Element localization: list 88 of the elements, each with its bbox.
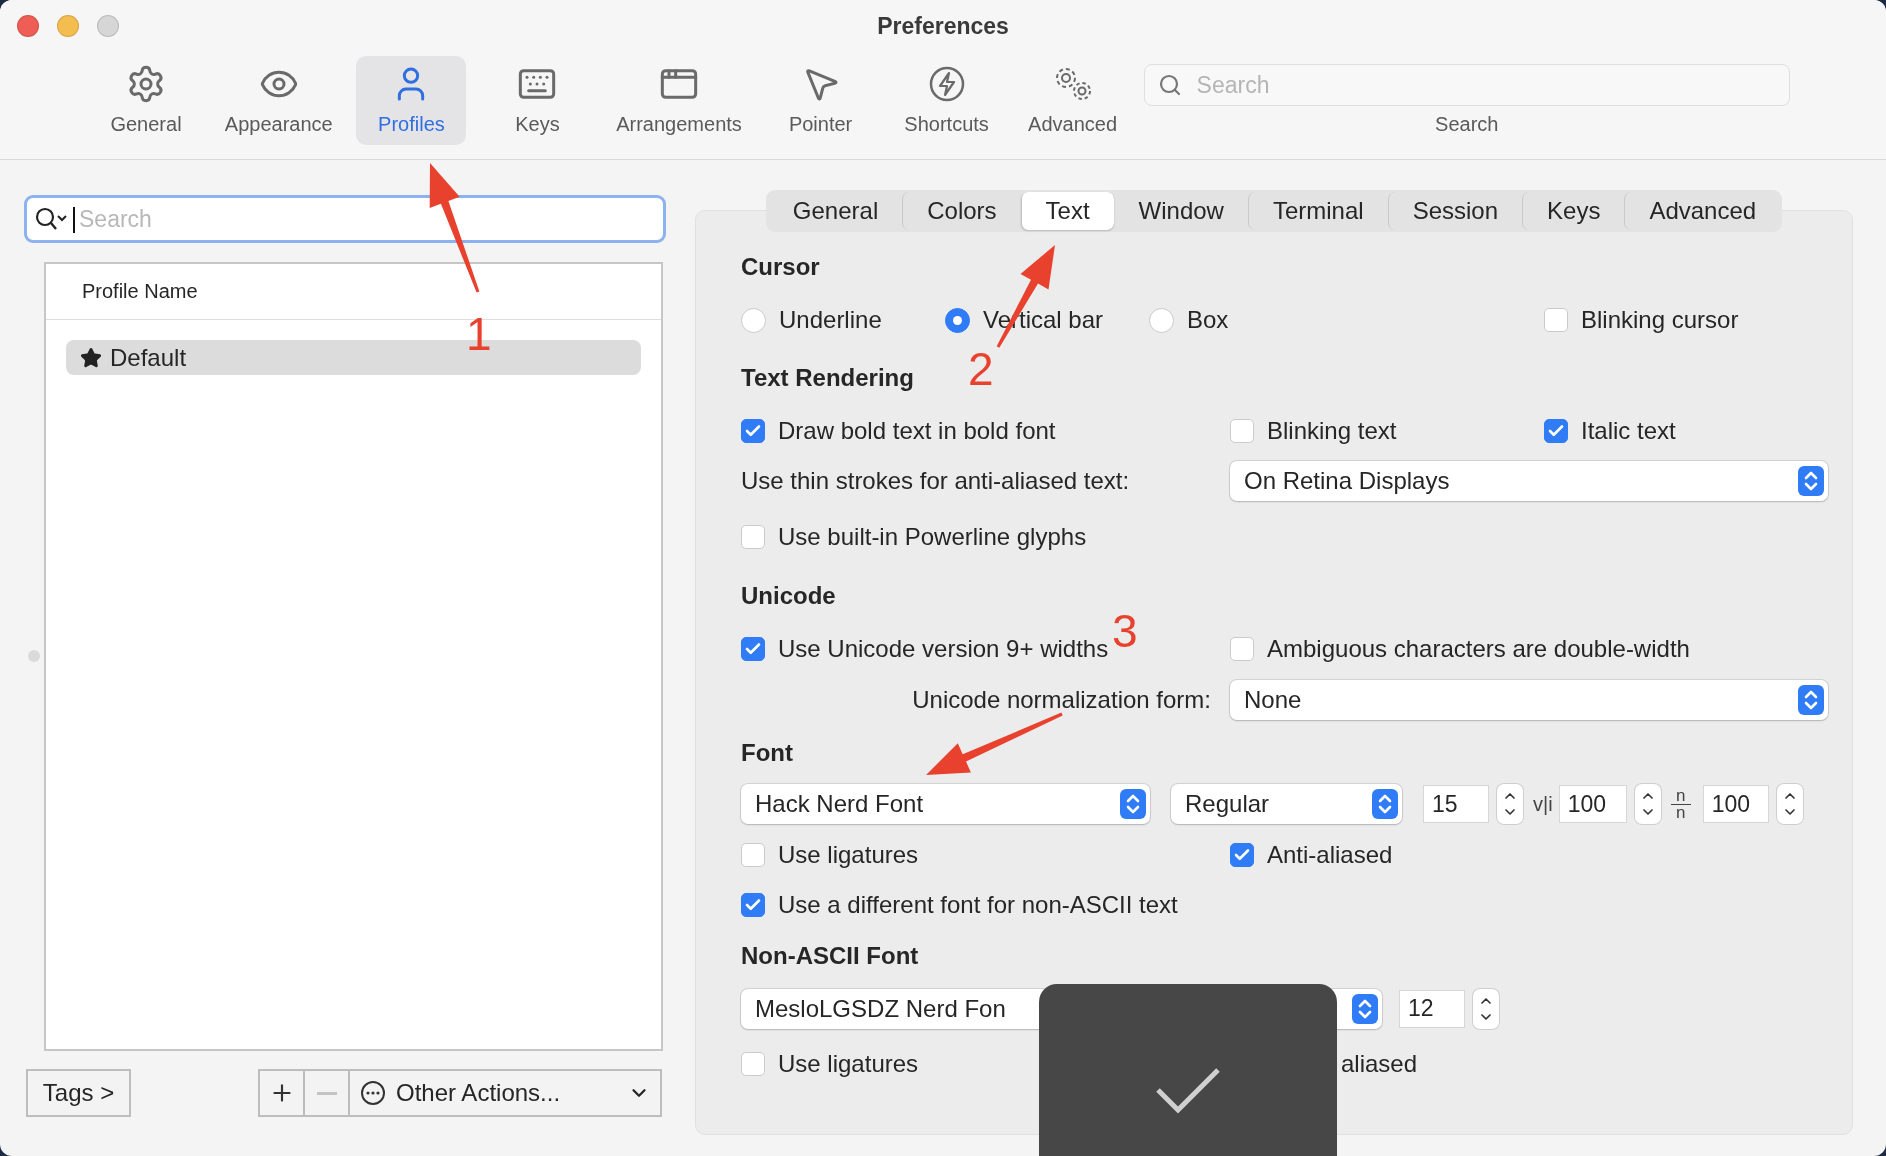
up-down-icon <box>1798 685 1824 715</box>
checkbox-label: Anti-aliased <box>1267 841 1393 869</box>
line-spacing-symbol: v|i <box>1533 792 1553 816</box>
checkmark-icon <box>1155 1066 1221 1114</box>
checkbox[interactable] <box>1230 418 1254 443</box>
add-button[interactable] <box>258 1069 305 1117</box>
toolbar-tab[interactable]: Profiles <box>356 56 467 145</box>
radio-button[interactable] <box>945 307 970 333</box>
search-label: Search <box>1435 112 1499 136</box>
star-icon <box>80 346 102 369</box>
toolbar-tab[interactable]: Appearance <box>217 56 341 145</box>
up-down-icon <box>1798 466 1824 496</box>
checkbox[interactable] <box>1230 636 1254 661</box>
toolbar-tab[interactable]: Keys <box>482 56 593 145</box>
radio-label: Box <box>1187 306 1229 334</box>
checkbox-label: Blinking text <box>1267 416 1397 445</box>
toolbar-tab[interactable]: General <box>91 56 201 145</box>
radio-label: Underline <box>779 306 882 334</box>
section-heading: Text Rendering <box>741 363 914 392</box>
close-button[interactable] <box>17 15 39 37</box>
font-style-popup[interactable]: Regular <box>1171 784 1402 824</box>
section-heading: Unicode <box>741 581 836 610</box>
checkbox-label: Blinking cursor <box>1581 306 1739 334</box>
toolbar-tab[interactable]: Advanced <box>1017 56 1128 145</box>
drag-handle-icon[interactable] <box>28 650 40 662</box>
spacing-field[interactable]: 100 <box>1702 785 1769 823</box>
field-label: Use thin strokes for anti-aliased text: <box>741 467 1131 495</box>
checkbox[interactable] <box>741 525 765 549</box>
checkbox[interactable] <box>741 892 765 917</box>
checkbox[interactable] <box>741 418 765 443</box>
tags-button[interactable]: Tags > <box>26 1069 131 1117</box>
radio-button[interactable] <box>741 307 766 333</box>
tab[interactable]: Keys <box>1522 192 1625 230</box>
field-label: Unicode normalization form: <box>912 686 1211 714</box>
up-down-icon <box>1120 789 1146 819</box>
normalization-popup[interactable]: None <box>1230 680 1828 720</box>
checkbox-label: Use built-in Powerline glyphs <box>778 523 1087 551</box>
checkbox-label: Italic text <box>1581 416 1676 445</box>
checkbox[interactable] <box>1230 843 1254 867</box>
search-field[interactable]: Search <box>1143 64 1790 106</box>
other-actions-menu[interactable]: Other Actions... <box>350 1069 662 1117</box>
checkbox-label: Draw bold text in bold font <box>778 416 1056 445</box>
toolbar-tab[interactable]: Arrangements <box>608 56 750 145</box>
tab[interactable]: General <box>767 192 903 230</box>
checkbox[interactable] <box>1544 418 1568 443</box>
section-heading: Non-ASCII Font <box>741 941 919 970</box>
checkbox-label: Ambiguous characters are double-width <box>1267 634 1690 663</box>
font-family-popup[interactable]: Hack Nerd Font <box>741 784 1150 824</box>
tab[interactable]: Session <box>1387 192 1523 230</box>
radio-button[interactable] <box>1149 307 1174 333</box>
window-title: Preferences <box>877 12 1009 40</box>
checkbox-label: Use Unicode version 9+ widths <box>778 634 1109 663</box>
section-heading: Cursor <box>741 253 820 281</box>
checkbox[interactable] <box>741 636 765 661</box>
tab[interactable]: Colors <box>902 192 1021 230</box>
tab[interactable]: Window <box>1113 192 1248 230</box>
gear-icon <box>126 64 166 104</box>
ellipsis-icon <box>360 1080 386 1106</box>
checkbox[interactable] <box>1544 308 1568 332</box>
search-menu-icon <box>34 206 68 232</box>
up-down-icon <box>1352 993 1378 1024</box>
stepper[interactable] <box>1497 784 1523 824</box>
checkbox-label: aliased <box>1341 1049 1419 1078</box>
text-cursor <box>73 207 75 233</box>
spacing-field[interactable]: 100 <box>1558 785 1627 823</box>
annotation-number: 3 <box>1112 608 1138 654</box>
tab[interactable]: Text <box>1020 192 1114 230</box>
search-icon <box>1157 73 1182 97</box>
checkbox-label: Use ligatures <box>778 1049 919 1078</box>
minimize-button[interactable] <box>57 15 79 37</box>
toolbar-tab[interactable]: Shortcuts <box>891 56 1002 145</box>
checkbox-label: Use ligatures <box>778 841 919 869</box>
checkbox[interactable] <box>741 1051 765 1076</box>
up-down-icon <box>1372 789 1398 819</box>
stepper[interactable] <box>1776 784 1803 824</box>
stepper[interactable] <box>1473 988 1499 1029</box>
minus-icon <box>316 1091 337 1095</box>
annotation-number: 2 <box>968 346 994 392</box>
search-field[interactable]: Search <box>24 195 666 243</box>
toolbar-tab[interactable]: Pointer <box>765 56 876 145</box>
checkbox[interactable] <box>741 843 765 867</box>
thin-strokes-popup[interactable]: On Retina Displays <box>1230 461 1828 501</box>
size-field[interactable]: 12 <box>1399 989 1465 1028</box>
size-field[interactable]: 15 <box>1423 785 1489 823</box>
tab[interactable]: Terminal <box>1247 192 1388 230</box>
stepper[interactable] <box>1634 784 1661 824</box>
section-heading: Font <box>741 738 793 767</box>
checkbox-label: Use a different font for non-ASCII text <box>778 890 1178 919</box>
